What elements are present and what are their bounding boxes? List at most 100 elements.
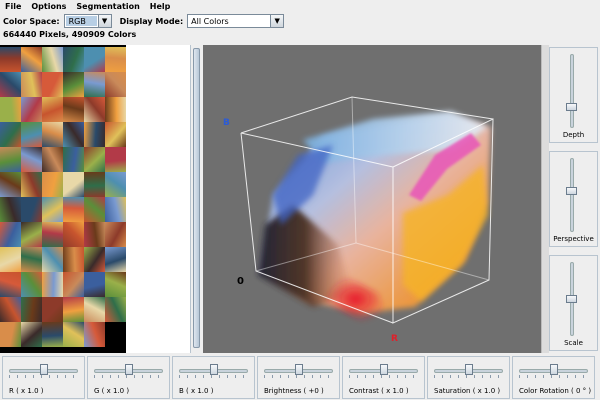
thumbnail-tile	[0, 247, 21, 272]
slider-label: R ( x 1.0 )	[9, 387, 44, 395]
thumbnail-tile	[84, 222, 105, 247]
image-scrollbar[interactable]	[190, 45, 202, 353]
slider-knob[interactable]	[566, 103, 577, 112]
slider-label: B ( x 1.0 )	[179, 387, 214, 395]
thumbnail-tile	[42, 122, 63, 147]
thumbnail-tile	[0, 147, 21, 172]
thumbnail-tile	[84, 297, 105, 322]
color-space-select[interactable]: RGB ▼	[63, 14, 112, 28]
thumbnail-tile	[105, 47, 126, 72]
slider-ticks	[9, 375, 78, 378]
thumbnail-tile	[84, 72, 105, 97]
slider-ticks	[434, 375, 503, 378]
toolbar: Color Space: RGB ▼ Display Mode: All Col…	[0, 13, 600, 29]
scrollbar-thumb[interactable]	[193, 48, 200, 348]
slider-4: Contrast ( x 1.0 )	[342, 356, 425, 399]
menu-bar: File Options Segmentation Help	[0, 0, 600, 13]
thumbnail-tile	[84, 47, 105, 72]
menu-file[interactable]: File	[0, 2, 26, 11]
thumbnail-tile	[0, 222, 21, 247]
axis-r-label: R	[391, 334, 398, 344]
slider-label: Saturation ( x 1.0 )	[434, 387, 501, 395]
slider-ticks	[519, 375, 588, 378]
color-inspector-window: File Options Segmentation Help Color Spa…	[0, 0, 600, 400]
chevron-down-icon: ▼	[97, 15, 111, 27]
menu-segmentation[interactable]: Segmentation	[71, 2, 144, 11]
slider-track[interactable]	[570, 54, 574, 128]
thumbnail-tile	[21, 172, 42, 197]
thumbnail-tile	[42, 72, 63, 97]
thumbnail-tile	[84, 197, 105, 222]
thumbnail-tile	[21, 72, 42, 97]
thumbnail-tile	[0, 272, 21, 297]
thumbnail-tile	[84, 322, 105, 347]
slider-label: Color Rotation ( 0 ° )	[519, 387, 592, 395]
thumbnail-tile	[21, 47, 42, 72]
thumbnail-tile	[63, 47, 84, 72]
thumbnail-tile	[105, 297, 126, 322]
slider-knob[interactable]	[209, 364, 218, 375]
thumbnail-tile	[0, 72, 21, 97]
thumbnail-tile	[105, 222, 126, 247]
thumbnail-tile	[63, 122, 84, 147]
menu-help[interactable]: Help	[145, 2, 176, 11]
thumbnail-tile	[42, 97, 63, 122]
thumbnail-tile	[63, 322, 84, 347]
slider-label: Perspective	[553, 235, 594, 243]
thumbnail-tile	[84, 172, 105, 197]
slider-knob[interactable]	[379, 364, 388, 375]
thumbnail-tile	[63, 172, 84, 197]
slider-knob[interactable]	[549, 364, 558, 375]
color-space-label: Color Space:	[3, 16, 60, 26]
thumbnail-tile	[105, 97, 126, 122]
axis-origin-label: 0	[237, 276, 244, 287]
thumbnail-tile	[63, 297, 84, 322]
slider-knob[interactable]	[39, 364, 48, 375]
slider-label: Brightness ( +0 )	[264, 387, 324, 395]
slider-ticks	[264, 375, 333, 378]
slider-0: R ( x 1.0 )	[2, 356, 85, 399]
thumbnail-tile	[105, 172, 126, 197]
thumbnail-tile	[63, 247, 84, 272]
thumbnail-tile	[63, 197, 84, 222]
adjustment-sliders: R ( x 1.0 ) G ( x 1.0 ) B ( x 1.0 ) Brightn…	[0, 355, 600, 400]
slider-6: Color Rotation ( 0 ° )	[512, 356, 595, 399]
thumbnail-tile	[84, 272, 105, 297]
thumbnail-tile	[105, 322, 126, 347]
thumbnail-tile	[42, 297, 63, 322]
thumbnail-tile	[0, 197, 21, 222]
slider-panel-scale: Scale	[549, 255, 598, 351]
thumbnail-tile	[21, 222, 42, 247]
color-point-cloud	[258, 111, 491, 323]
slider-2: B ( x 1.0 )	[172, 356, 255, 399]
thumbnail-tile	[63, 222, 84, 247]
thumbnail-tile	[0, 122, 21, 147]
thumbnail-tile	[63, 97, 84, 122]
thumbnail-tile	[42, 172, 63, 197]
thumbnail-tile	[105, 147, 126, 172]
thumbnail-tile	[42, 47, 63, 72]
slider-knob[interactable]	[464, 364, 473, 375]
slider-label: G ( x 1.0 )	[94, 387, 130, 395]
pixel-color-count: 664440 Pixels, 490909 Colors	[3, 30, 137, 39]
slider-ticks	[94, 375, 163, 378]
menu-options[interactable]: Options	[26, 2, 71, 11]
thumbnail-tile	[42, 247, 63, 272]
slider-knob[interactable]	[566, 187, 577, 196]
slider-panel-depth: Depth	[549, 47, 598, 143]
thumbnail-tile	[84, 247, 105, 272]
color-cube-view[interactable]: B 0 R	[203, 45, 541, 353]
slider-1: G ( x 1.0 )	[87, 356, 170, 399]
slider-knob[interactable]	[124, 364, 133, 375]
thumbnail-tile	[105, 197, 126, 222]
axis-b-label: B	[223, 118, 230, 128]
thumbnail-tile	[105, 272, 126, 297]
thumbnail-tile	[84, 122, 105, 147]
rgb-cube-plot	[240, 96, 494, 324]
display-mode-select[interactable]: All Colors ▼	[187, 14, 285, 28]
slider-panel-perspective: Perspective	[549, 151, 598, 247]
slider-knob[interactable]	[294, 364, 303, 375]
view-scrollbar[interactable]	[541, 45, 549, 353]
thumbnail-tile	[63, 72, 84, 97]
slider-knob[interactable]	[566, 295, 577, 303]
